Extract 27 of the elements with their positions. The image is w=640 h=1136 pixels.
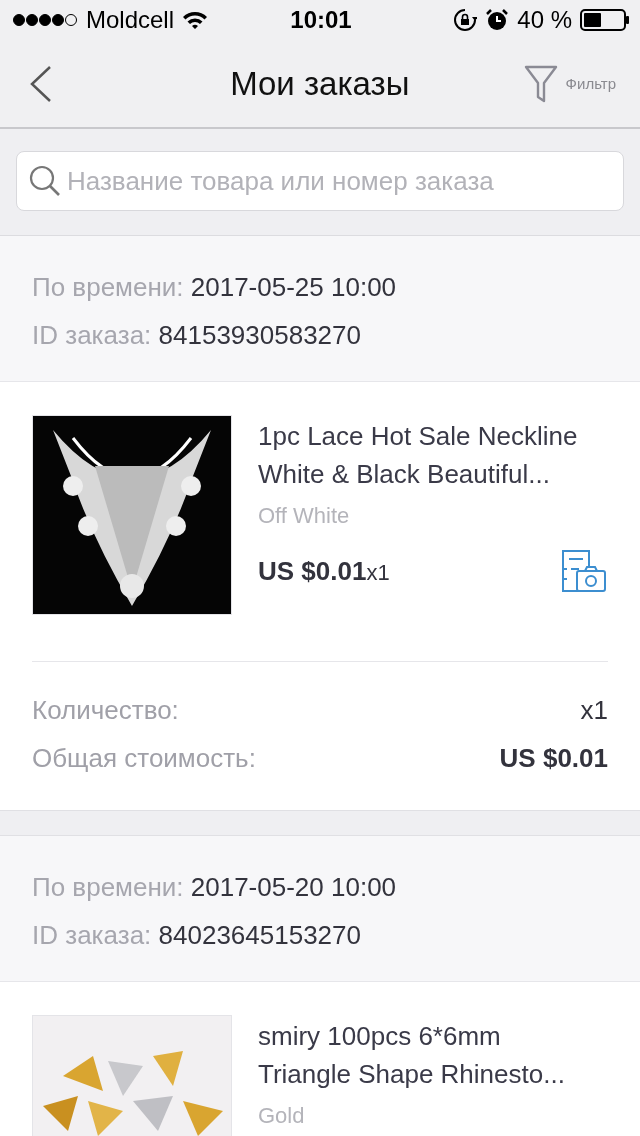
battery-percent: 40 %	[517, 6, 572, 34]
total-value: US $0.01	[499, 742, 608, 775]
search-icon	[29, 165, 61, 197]
product-title[interactable]: 1pc Lace Hot Sale Neckline White & Black Beautiful...	[258, 417, 590, 493]
wifi-icon	[182, 10, 209, 30]
alarm-icon	[485, 8, 510, 32]
order-time: По времени: 2017-05-25 10:00	[32, 271, 398, 304]
quantity-label: Количество:	[32, 694, 179, 727]
clock-time: 10:01	[290, 6, 352, 34]
search-field[interactable]: Название товара или номер заказа	[16, 151, 624, 211]
total-label: Общая стоимость:	[32, 742, 256, 775]
photo-review-icon[interactable]	[560, 549, 608, 593]
signal-icon	[12, 13, 78, 27]
filter-icon	[523, 64, 558, 103]
order-id: ID заказа: 84023645153270	[32, 919, 362, 952]
quantity-value: x1	[580, 694, 608, 727]
order-id: ID заказа: 84153930583270	[32, 319, 362, 352]
rotation-lock-icon	[453, 8, 478, 32]
product-variant: Off White	[258, 503, 351, 529]
order-time: По времени: 2017-05-20 10:00	[32, 871, 398, 904]
battery-icon	[580, 9, 630, 31]
product-variant: Gold	[258, 1103, 306, 1129]
product-quantity: x1	[366, 559, 390, 585]
product-price: US $0.01	[258, 555, 367, 586]
carrier-name: Moldcell	[86, 6, 175, 34]
page-title: Мои заказы	[229, 64, 411, 103]
product-title[interactable]: smiry 100pcs 6*6mm Triangle Shape Rhinesto...	[258, 1017, 590, 1093]
